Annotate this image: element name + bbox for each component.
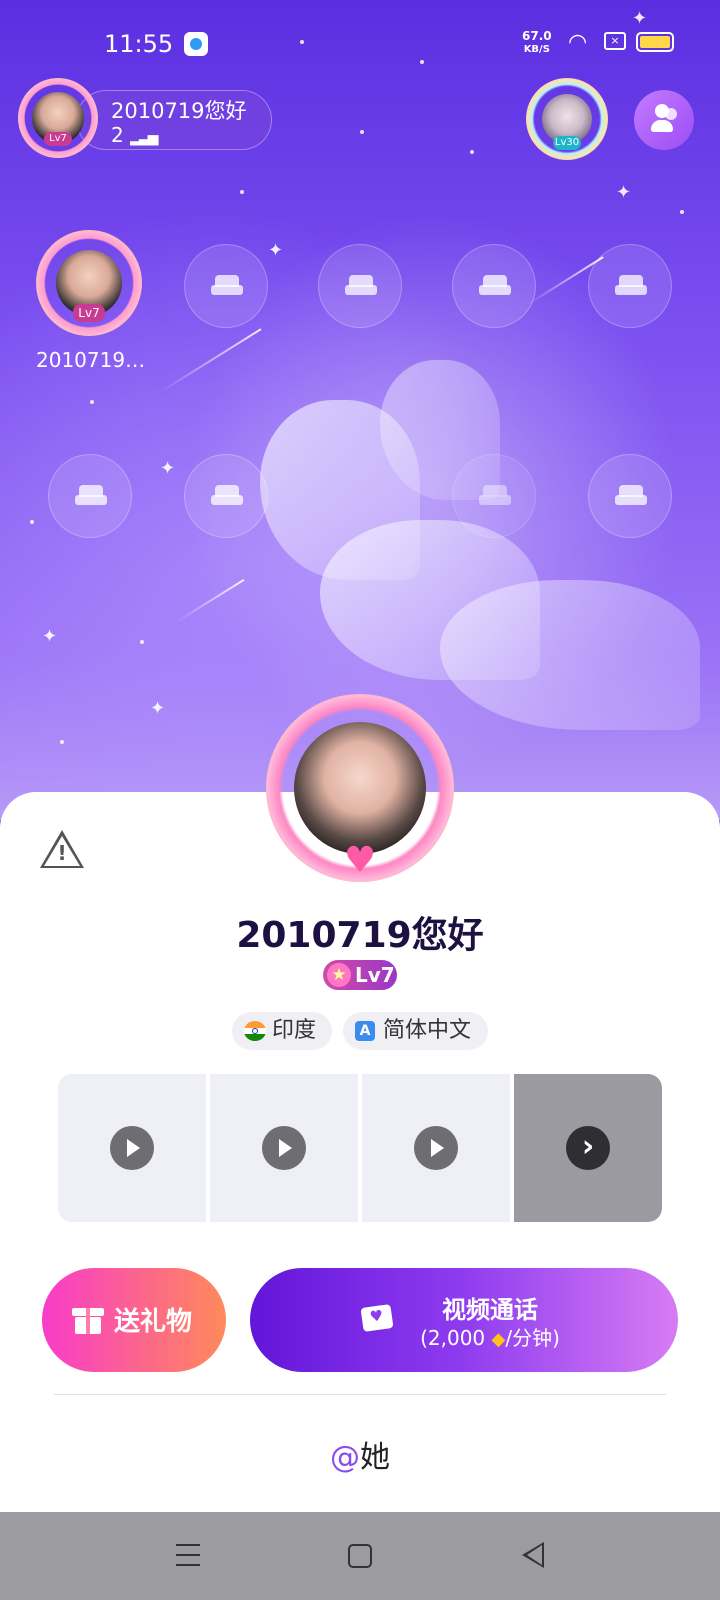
country-label: 印度 [272, 1018, 317, 1043]
video-call-button[interactable]: 视频通话 (2,000 ◆/分钟) [250, 1268, 678, 1372]
status-bar: 11:55 67.0 KB/S ◠ × [0, 22, 720, 66]
gift-icon [72, 1304, 104, 1334]
empty-seat[interactable] [48, 454, 132, 538]
room-info-pill[interactable]: 2010719您好 2 ▂▃▅ [76, 90, 272, 150]
seat-level-tag: Lv7 [73, 304, 105, 322]
sparkle-decoration: ✦ [616, 182, 632, 203]
video-call-price: (2,000 ◆/分钟) [410, 1322, 570, 1351]
profile-name: 2010719您好 [236, 915, 484, 956]
language-icon: A [355, 1021, 375, 1041]
sparkle-decoration: ✦ [160, 458, 176, 479]
profile-avatar[interactable]: ♥ [266, 694, 454, 890]
people-icon [649, 102, 679, 138]
video-thumbnail[interactable] [210, 1074, 358, 1222]
send-gift-label: 送礼物 [114, 1307, 193, 1337]
host-avatar[interactable]: Lv7 [18, 78, 98, 158]
signal-bars-icon: ▂▃▅ [130, 130, 158, 146]
online-count: 2 ▂▃▅ [111, 123, 158, 147]
empty-seat[interactable] [452, 244, 536, 328]
network-speed-unit: KB/S [523, 44, 550, 55]
star-decoration [240, 190, 244, 194]
sofa-icon [479, 485, 511, 507]
star-decoration [360, 130, 364, 134]
country-chip: 印度 [232, 1012, 332, 1050]
language-label: 简体中文 [383, 1018, 472, 1043]
price-suffix: /分钟) [505, 1326, 560, 1350]
star-decoration [30, 520, 34, 524]
india-flag-icon [244, 1021, 266, 1041]
wifi-icon: ◠ [568, 30, 588, 55]
video-camera-icon [360, 1304, 394, 1332]
network-speed: 67.0 KB/S [522, 30, 552, 56]
empty-seat[interactable] [588, 454, 672, 538]
video-thumbnail[interactable] [362, 1074, 510, 1222]
language-chip: A 简体中文 [343, 1012, 488, 1050]
divider [54, 1394, 666, 1395]
empty-seat[interactable] [588, 244, 672, 328]
mention-label: 她 [360, 1440, 390, 1475]
sofa-icon [75, 485, 107, 507]
online-count-value: 2 [111, 123, 124, 147]
sofa-icon [615, 485, 647, 507]
empty-seat[interactable] [184, 244, 268, 328]
sofa-icon [211, 485, 243, 507]
back-icon[interactable] [522, 1542, 544, 1568]
chevron-right-icon: › [566, 1126, 610, 1170]
empty-seat[interactable] [184, 454, 268, 538]
star-icon: ★ [327, 963, 351, 987]
sim-off-icon: × [604, 32, 626, 50]
empty-seat[interactable] [318, 244, 402, 328]
sofa-icon [211, 275, 243, 297]
diamond-icon: ◆ [491, 1329, 506, 1350]
room-name: 2010719您好 [111, 99, 247, 123]
sofa-icon [615, 275, 647, 297]
warning-icon[interactable]: ! [40, 830, 84, 870]
video-call-title: 视频通话 [442, 1296, 538, 1324]
play-icon [110, 1126, 154, 1170]
play-icon [262, 1126, 306, 1170]
host-level-tag: Lv7 [44, 132, 72, 146]
system-nav-bar [0, 1512, 720, 1600]
mention-button[interactable]: @她 [0, 1432, 720, 1476]
clock: 11:55 [104, 30, 174, 58]
price-prefix: (2,000 [420, 1326, 486, 1350]
sparkle-decoration: ✦ [268, 240, 284, 261]
play-icon [414, 1126, 458, 1170]
sparkle-decoration: ✦ [150, 698, 166, 719]
star-decoration [90, 400, 94, 404]
video-thumbnail[interactable] [58, 1074, 206, 1222]
more-media-button[interactable]: › [514, 1074, 662, 1222]
star-decoration [470, 150, 474, 154]
heart-frame-icon: ♥ [343, 840, 377, 881]
sofa-icon [479, 275, 511, 297]
level-badge-label: Lv7 [355, 963, 395, 987]
home-icon[interactable] [348, 1544, 372, 1568]
level-badge: ★ Lv7 [323, 960, 397, 990]
network-speed-value: 67.0 [522, 29, 552, 43]
sparkle-decoration: ✦ [42, 626, 58, 647]
sofa-icon [345, 275, 377, 297]
send-gift-button[interactable]: 送礼物 [42, 1268, 226, 1372]
app-notification-icon [184, 32, 208, 56]
at-symbol: @ [330, 1440, 360, 1475]
seat-occupied-name: 2010719… [36, 348, 146, 372]
top-contributor-level-tag: Lv30 [553, 136, 581, 150]
star-decoration [140, 640, 144, 644]
empty-seat[interactable] [452, 454, 536, 538]
battery-icon [636, 32, 674, 52]
top-contributor-avatar[interactable]: Lv30 [526, 78, 608, 160]
star-decoration [680, 210, 684, 214]
menu-icon[interactable] [176, 1544, 200, 1566]
star-decoration [60, 740, 64, 744]
audience-list-button[interactable] [634, 90, 694, 150]
seat-occupied-avatar[interactable]: Lv7 [36, 230, 142, 336]
